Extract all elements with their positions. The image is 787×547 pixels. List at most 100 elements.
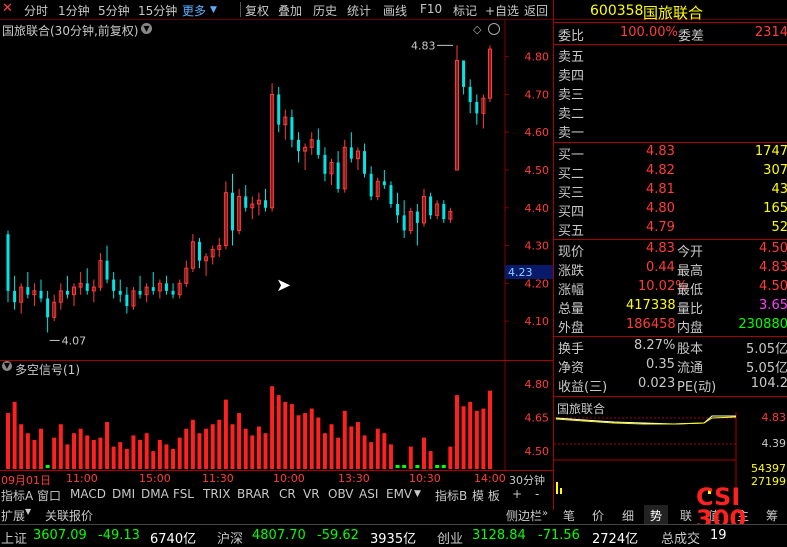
divider — [240, 2, 241, 17]
index-name[interactable]: 创业 — [437, 528, 463, 547]
chevron-down-icon[interactable]: ▼ — [210, 5, 217, 15]
tab-dmi[interactable]: DMI — [112, 487, 135, 501]
tab-template[interactable]: 模 板 — [472, 487, 500, 504]
buy-row: 买三 4.81 43 — [558, 182, 787, 201]
indicator-panel[interactable]: 4.80 4.65 4.50 ▼ 多空信号(1) — [0, 360, 553, 471]
tab-window[interactable]: 窗口 — [37, 487, 61, 504]
toolbar-item-fuquan[interactable]: 复权 — [245, 2, 269, 19]
indicator-bar — [428, 451, 433, 469]
indicator-bar — [289, 404, 294, 469]
toolbar-item-5min[interactable]: 5分钟 — [98, 2, 130, 19]
indicator-bar — [237, 413, 242, 469]
buy-label: 买三 — [558, 186, 585, 201]
extension-button[interactable]: 扩展 — [1, 507, 25, 524]
indicator-bar — [111, 446, 116, 469]
candlestick-chart[interactable]: 4.83 4.07 4.80 4.70 4.60 4.50 4.40 4.30 4.20 4.1… — [0, 20, 553, 360]
toolbar-item-draw[interactable]: 画线 — [383, 2, 407, 19]
chevron-down-icon[interactable]: ▼ — [414, 489, 421, 499]
chevron-down-icon[interactable]: ▼ — [25, 507, 31, 516]
tab-macd[interactable]: MACD — [70, 487, 106, 501]
toolbar-item-back[interactable]: 返回 — [524, 2, 548, 19]
indicator-bar — [296, 415, 301, 469]
price-tick-label: 4.10 — [525, 315, 550, 328]
toolbar-item-f10[interactable]: F10 — [420, 2, 442, 16]
tab-asi[interactable]: ASI — [359, 487, 378, 501]
candle-body — [39, 290, 43, 299]
toolbar-item-timeshare[interactable]: 分时 — [24, 2, 48, 19]
stat-row: 换手 8.27% 股本 5.05亿 — [558, 338, 787, 357]
stat-label: 收益(三) — [558, 380, 608, 395]
settings-circle-icon[interactable] — [488, 23, 500, 35]
toolbar-item-more[interactable]: 更多 — [182, 2, 206, 19]
tab-indicator-b[interactable]: 指标B — [435, 487, 467, 504]
buy-row: 买五 4.79 52 — [558, 220, 787, 239]
stat-value: 0.35 — [646, 357, 675, 372]
related-quote-button[interactable]: 关联报价 — [45, 507, 93, 524]
buy-row: 买二 4.82 307 — [558, 163, 787, 182]
stat-value: 104.2 — [750, 376, 787, 391]
weicha-label: 委差 — [678, 29, 705, 44]
time-tick: 15:00 — [139, 472, 171, 485]
candle-body — [65, 290, 69, 295]
candle-body — [46, 298, 50, 318]
toolbar-item-1min[interactable]: 1分钟 — [58, 2, 90, 19]
toolbar-item-stats[interactable]: 统计 — [347, 2, 371, 19]
candle-body — [230, 192, 234, 231]
indicator-bar — [217, 419, 222, 469]
indicator-bar — [349, 426, 354, 469]
candle-body — [396, 204, 400, 216]
toolbar-item-history[interactable]: 历史 — [313, 2, 337, 19]
tab-dma[interactable]: DMA — [141, 487, 169, 501]
toolbar-item-add-watchlist[interactable]: +自选 — [485, 2, 519, 19]
price-tick-label: 4.70 — [525, 88, 550, 101]
tab-trix[interactable]: TRIX — [203, 487, 230, 501]
index-ticker-bar: 上证 3607.09 -49.13 6740亿 沪深 4807.70 -59.6… — [0, 524, 787, 547]
plus-icon[interactable]: + — [512, 487, 522, 501]
chevrons-right-icon[interactable]: » — [542, 508, 548, 519]
tab-cr[interactable]: CR — [279, 487, 296, 501]
candle-body — [125, 294, 129, 306]
candle-body — [6, 234, 10, 291]
mouse-cursor-icon: ➤ — [276, 275, 292, 296]
candle-body — [316, 139, 320, 155]
tab-emv[interactable]: EMV — [386, 487, 412, 501]
indicator-bar — [91, 439, 96, 469]
price-tick-label: 4.40 — [525, 202, 550, 215]
kline-chart-panel[interactable]: 4.83 4.07 4.80 4.70 4.60 4.50 4.40 4.30 4.20 4.1… — [0, 20, 553, 360]
candle-body — [336, 162, 340, 189]
chevron-down-icon[interactable]: ▼ — [2, 361, 12, 371]
index-value: 4807.70 — [252, 528, 306, 543]
indicator-bar — [435, 465, 440, 468]
weibi-row: 委比 100.00% 委差 2314 — [558, 25, 787, 44]
diamond-icon[interactable]: ◇ — [473, 23, 481, 36]
divider — [554, 336, 787, 337]
tab-brar[interactable]: BRAR — [237, 487, 270, 501]
toolbar-item-overlay[interactable]: 叠加 — [278, 2, 302, 19]
tab-vr[interactable]: VR — [303, 487, 320, 501]
minus-icon[interactable]: - — [535, 487, 539, 501]
price-tick-label: 4.30 — [525, 240, 550, 253]
toolbar-item-15min[interactable]: 15分钟 — [138, 2, 177, 19]
candle-body — [171, 290, 175, 295]
tab-indicator-a[interactable]: 指标A — [1, 487, 33, 504]
indicator-chart[interactable]: 4.80 4.65 4.50 — [0, 361, 553, 471]
index-name[interactable]: 上证 — [1, 528, 27, 547]
mini-volume-high: 54397 — [751, 462, 786, 475]
candle-body — [297, 139, 301, 152]
mini-volume-bar — [556, 482, 558, 494]
tab-obv[interactable]: OBV — [328, 487, 354, 501]
toolbar-item-mark[interactable]: 标记 — [453, 2, 477, 19]
indicator-tabs: 指标A 窗口 MACD DMI DMA FSL TRIX BRAR CR VR … — [0, 486, 553, 504]
candle-body — [118, 290, 122, 295]
candle-body — [138, 290, 142, 295]
sidebar-button[interactable]: 侧边栏 — [506, 507, 542, 524]
tab-fsl[interactable]: FSL — [173, 487, 194, 501]
index-name[interactable]: 沪深 — [217, 528, 243, 547]
indicator-bar — [415, 465, 420, 468]
indicator-bar — [243, 428, 248, 469]
chevron-down-icon[interactable]: ▼ — [141, 23, 152, 34]
close-icon[interactable]: ✕ — [2, 1, 13, 16]
candle-body — [277, 94, 281, 125]
sell-label: 卖一 — [558, 126, 585, 141]
mini-price-high: 4.83 — [761, 411, 787, 424]
